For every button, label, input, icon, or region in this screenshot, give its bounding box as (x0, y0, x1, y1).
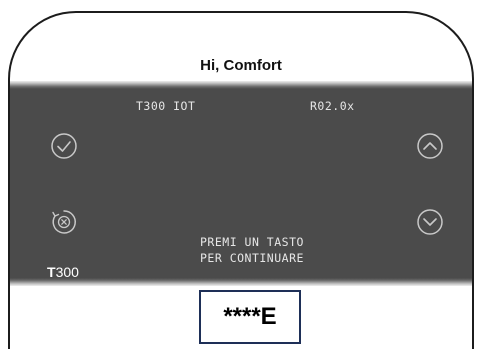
chevron-down-circle-icon[interactable] (416, 208, 444, 236)
error-code: ****E (223, 303, 277, 330)
error-code-box: ****E (199, 290, 301, 344)
check-circle-icon[interactable] (50, 132, 78, 160)
display-screen: T300 IOT R02.0x PREMI UN TASTO PER CONTI… (10, 81, 472, 286)
continue-message-line2: PER CONTINUARE (200, 251, 304, 265)
device-model-label: T300 IOT (136, 99, 196, 113)
screen-bottom-bevel (10, 278, 472, 286)
firmware-version: R02.0x (310, 99, 355, 113)
continue-message: PREMI UN TASTO PER CONTINUARE (200, 234, 304, 266)
greeting-title: Hi, Comfort (200, 57, 282, 74)
screen-top-bevel (10, 81, 472, 89)
chevron-up-circle-icon[interactable] (416, 132, 444, 160)
cancel-circle-icon[interactable] (50, 208, 78, 236)
continue-message-line1: PREMI UN TASTO (200, 235, 304, 249)
